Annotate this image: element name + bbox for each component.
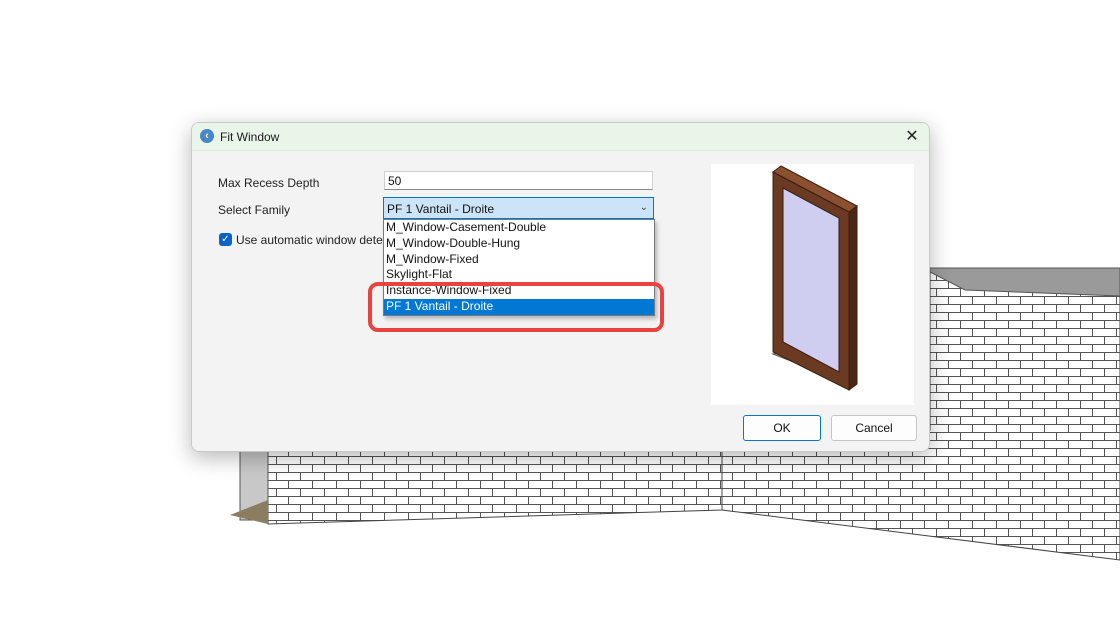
- checkmark-icon[interactable]: ✓: [219, 233, 232, 246]
- window-family-preview: [711, 164, 914, 405]
- close-icon[interactable]: ✕: [901, 126, 923, 148]
- dropdown-option[interactable]: M_Window-Fixed: [384, 252, 654, 268]
- dropdown-option[interactable]: M_Window-Casement-Double: [384, 220, 654, 236]
- revit-plugin-icon: ‹: [200, 129, 214, 143]
- ok-button[interactable]: OK: [743, 415, 821, 441]
- max-recess-depth-label: Max Recess Depth: [218, 176, 320, 190]
- dropdown-option[interactable]: Skylight-Flat: [384, 267, 654, 283]
- cancel-button[interactable]: Cancel: [831, 415, 917, 441]
- max-recess-depth-input[interactable]: 50: [384, 171, 653, 190]
- dialog-titlebar: ‹ Fit Window ✕: [192, 123, 929, 151]
- auto-detect-label: Use automatic window detec: [236, 233, 389, 247]
- select-family-combobox[interactable]: PF 1 Vantail - Droite ⌄: [383, 197, 654, 219]
- dropdown-option[interactable]: M_Window-Double-Hung: [384, 236, 654, 252]
- select-family-value: PF 1 Vantail - Droite: [387, 202, 495, 216]
- dialog-title: Fit Window: [220, 130, 280, 144]
- select-family-label: Select Family: [218, 203, 291, 217]
- selection-highlight-annotation: [368, 282, 664, 332]
- window-preview-image: [771, 165, 858, 391]
- chevron-down-icon[interactable]: ⌄: [640, 202, 648, 213]
